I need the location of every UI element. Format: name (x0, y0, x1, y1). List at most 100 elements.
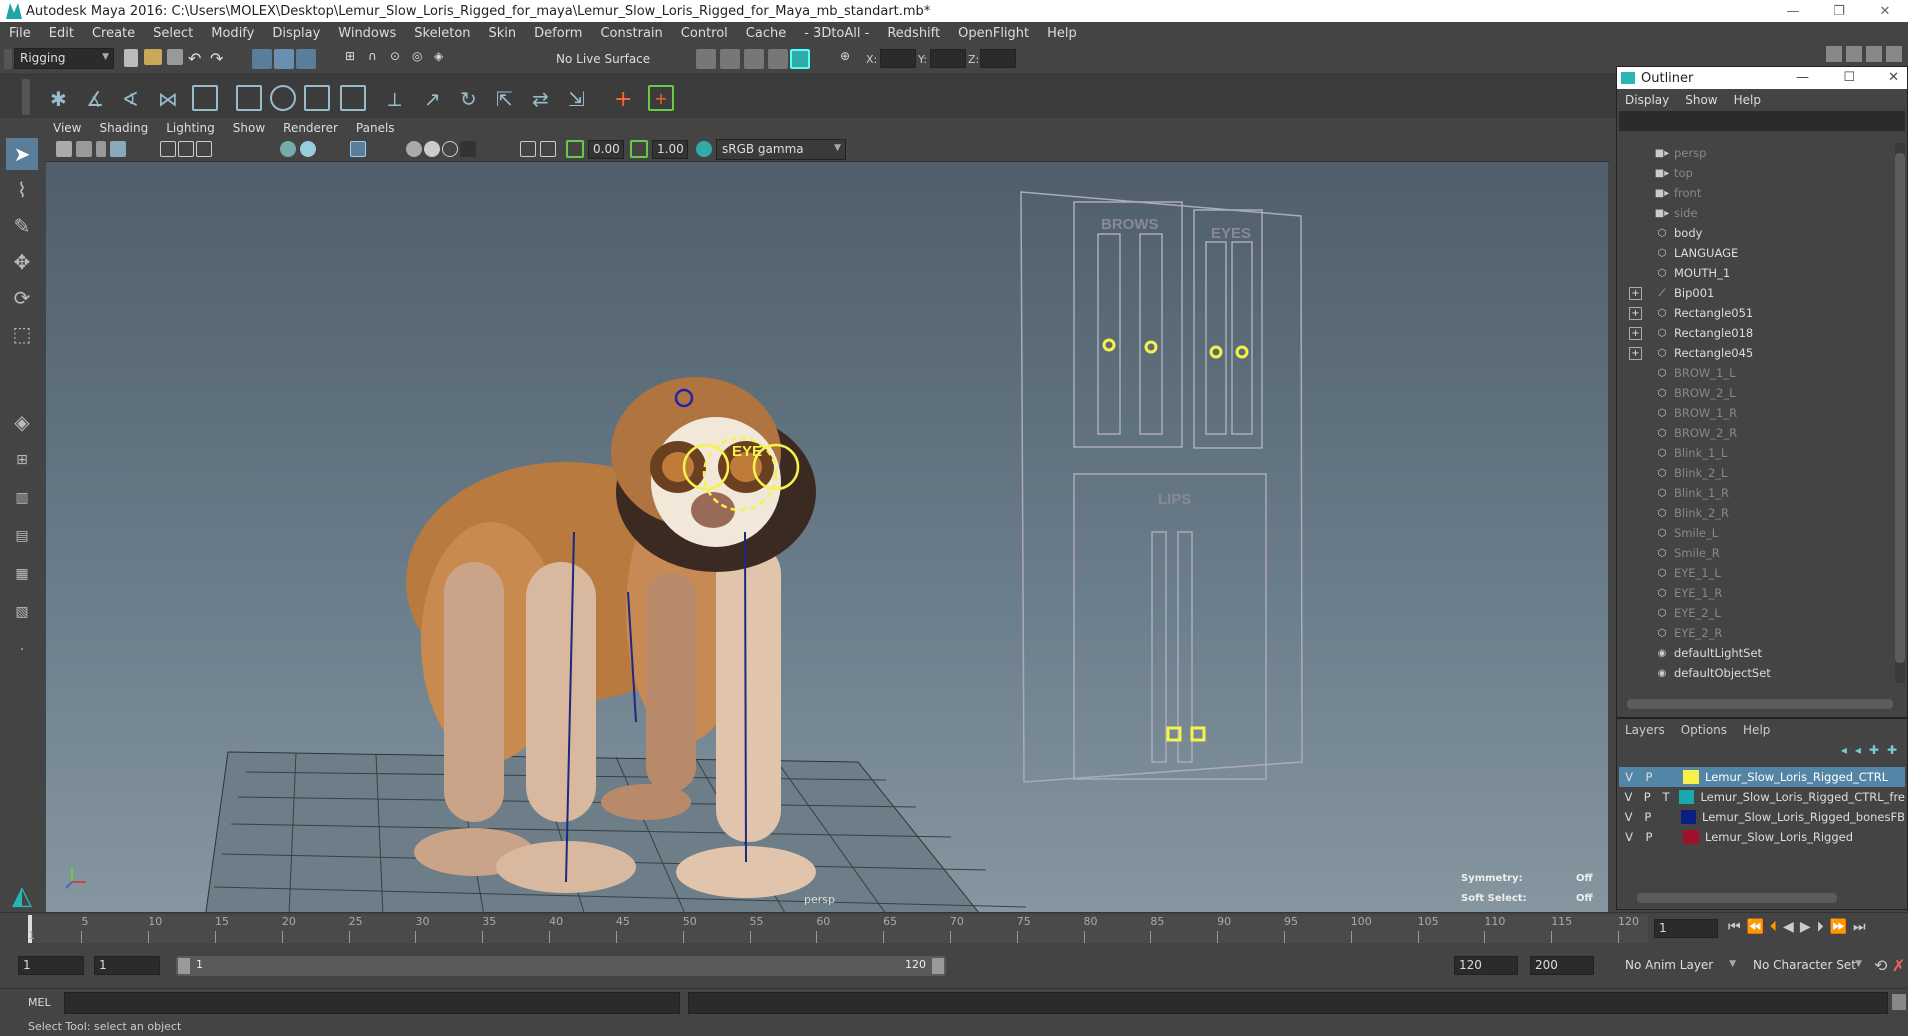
render-settings-icon[interactable] (768, 49, 788, 69)
layer-menu-options[interactable]: Options (1673, 723, 1735, 737)
menu-3dtoall[interactable]: - 3DtoAll - (795, 26, 878, 41)
outliner-item[interactable]: ⬡ Blink_1_L (1619, 443, 1889, 463)
menu-file[interactable]: File (0, 26, 40, 41)
single-perspective-layout-icon[interactable]: ◈ (6, 406, 38, 438)
layer-p-toggle[interactable]: P (1638, 810, 1657, 824)
outliner-item[interactable]: ⬡ BROW_1_L (1619, 363, 1889, 383)
shadows-icon[interactable] (406, 141, 422, 157)
outliner-item[interactable]: ⬡ EYE_2_R (1619, 623, 1889, 643)
menu-constrain[interactable]: Constrain (591, 26, 671, 41)
paint-select-icon[interactable]: ✎ (6, 210, 38, 242)
outliner-item[interactable]: ⬡ Blink_2_L (1619, 463, 1889, 483)
outliner-item[interactable]: ⬡ Smile_L (1619, 523, 1889, 543)
command-input[interactable] (64, 992, 680, 1014)
script-editor-icon[interactable] (1892, 994, 1906, 1010)
outliner-vscrollbar[interactable] (1895, 143, 1905, 683)
outliner-item[interactable]: ⬡ BROW_2_R (1619, 423, 1889, 443)
layer-v-toggle[interactable]: V (1619, 810, 1638, 824)
locator-icon[interactable]: + (614, 87, 634, 112)
outliner-item[interactable]: ⬡ Smile_R (1619, 543, 1889, 563)
menu-openflight[interactable]: OpenFlight (949, 26, 1038, 41)
gamma-icon[interactable] (630, 140, 648, 158)
panel-menu-renderer[interactable]: Renderer (274, 121, 347, 135)
select-by-hierarchy-icon[interactable] (252, 49, 272, 69)
outliner-item[interactable]: ⬡ MOUTH_1 (1619, 263, 1889, 283)
step-back-key-icon[interactable]: ⏪ (1747, 919, 1764, 935)
maximize-icon[interactable]: ☐ (1843, 70, 1855, 85)
camera-icon[interactable] (56, 141, 72, 157)
outliner-item[interactable]: ⬡ LANGUAGE (1619, 243, 1889, 263)
move-layer-down-icon[interactable]: ◂ (1855, 743, 1861, 757)
render-view-icon[interactable] (720, 49, 740, 69)
layout-icon[interactable] (1826, 46, 1842, 62)
ambient-occlusion-icon[interactable] (424, 141, 440, 157)
time-slider[interactable]: 1 5 10 15 20 25 30 35 40 45 50 55 60 65 70 75 80 85 90 95 1… (0, 912, 1908, 946)
layer-row[interactable]: V P T Lemur_Slow_Loris_Rigged_CTRL_fre (1619, 787, 1905, 807)
expand-icon[interactable]: + (1629, 286, 1642, 300)
menu-edit[interactable]: Edit (40, 26, 83, 41)
close-icon[interactable]: ✕ (1862, 0, 1908, 22)
view-transform-dropdown[interactable]: sRGB gamma (716, 139, 846, 160)
layer-menu-help[interactable]: Help (1735, 723, 1778, 737)
layer-color-swatch[interactable] (1679, 790, 1695, 804)
exposure-icon[interactable] (566, 140, 584, 158)
outliner-menu-display[interactable]: Display (1617, 93, 1677, 107)
attribute-editor-icon[interactable] (1866, 46, 1882, 62)
auto-key-icon[interactable]: ⟲ (1874, 956, 1887, 975)
outliner-menu-help[interactable]: Help (1726, 93, 1769, 107)
outliner-layout-icon[interactable]: ▤ (6, 520, 38, 552)
image-plane-icon[interactable] (110, 141, 126, 157)
rigid-bind-icon[interactable] (304, 85, 330, 111)
outliner-item[interactable]: ⬡ BROW_1_R (1619, 403, 1889, 423)
antialias-icon[interactable] (460, 141, 476, 157)
menu-redshift[interactable]: Redshift (878, 26, 949, 41)
character-set-dropdown[interactable]: No Character Set (1748, 956, 1866, 977)
outliner-menu-show[interactable]: Show (1677, 93, 1725, 107)
current-frame-field[interactable]: 1 (1654, 919, 1718, 938)
step-back-frame-icon[interactable]: ⏴ (1770, 919, 1777, 935)
menu-cache[interactable]: Cache (737, 26, 795, 41)
panel-menu-shading[interactable]: Shading (90, 121, 157, 135)
lasso-tool-icon[interactable]: ⌇ (6, 174, 38, 206)
expand-icon[interactable]: + (1629, 326, 1642, 340)
menu-windows[interactable]: Windows (329, 26, 405, 41)
layer-color-swatch[interactable] (1683, 830, 1699, 844)
outliner-item[interactable]: ⬡ EYE_2_L (1619, 603, 1889, 623)
smooth-shade-icon[interactable] (300, 141, 316, 157)
scroll-thumb[interactable] (1895, 153, 1905, 663)
panel-menu-show[interactable]: Show (224, 121, 274, 135)
layer-color-swatch[interactable] (1683, 770, 1699, 784)
parent-constraint-icon[interactable]: ⇄ (532, 87, 552, 111)
layer-v-toggle[interactable]: V (1619, 790, 1638, 804)
outliner-item[interactable]: ◉ defaultLightSet (1619, 643, 1889, 663)
panel-menu-view[interactable]: View (44, 121, 90, 135)
gamma-field[interactable]: 1.00 (652, 140, 688, 159)
layer-t-toggle[interactable]: T (1657, 790, 1676, 804)
color-management-icon[interactable] (696, 141, 712, 157)
open-scene-icon[interactable] (144, 49, 162, 65)
shelf-menu-icon[interactable] (22, 79, 30, 115)
animation-end-field[interactable]: 200 (1530, 956, 1594, 975)
outliner-search-field[interactable] (1619, 111, 1905, 131)
tool-settings-icon[interactable] (1886, 46, 1902, 62)
outliner-item[interactable]: + ⬡ Rectangle018 (1619, 323, 1889, 343)
outliner-item[interactable]: + ⬡ Rectangle051 (1619, 303, 1889, 323)
layer-row[interactable]: V P Lemur_Slow_Loris_Rigged (1619, 827, 1905, 847)
minimize-icon[interactable]: — (1796, 70, 1809, 85)
menu-select[interactable]: Select (144, 26, 202, 41)
snap-grid-icon[interactable]: ⊞ (345, 49, 365, 69)
frame-all-icon[interactable] (540, 141, 556, 157)
range-end-handle[interactable] (932, 958, 944, 974)
expand-icon[interactable]: + (1629, 306, 1642, 320)
smooth-bind-icon[interactable] (270, 85, 296, 111)
render-frame-icon[interactable] (696, 49, 716, 69)
playback-end-field[interactable]: 120 (1454, 956, 1518, 975)
orient-constraint-icon[interactable]: ↻ (460, 87, 480, 111)
isolate-select-icon[interactable] (520, 141, 536, 157)
layer-row[interactable]: V P Lemur_Slow_Loris_Rigged_CTRL (1619, 767, 1905, 787)
panel-menu-lighting[interactable]: Lighting (157, 121, 224, 135)
scale-constraint-icon[interactable]: ⇱ (496, 87, 516, 111)
xray-icon[interactable] (350, 141, 366, 157)
outliner-item[interactable]: ⬡ body (1619, 223, 1889, 243)
new-scene-icon[interactable] (124, 49, 138, 67)
